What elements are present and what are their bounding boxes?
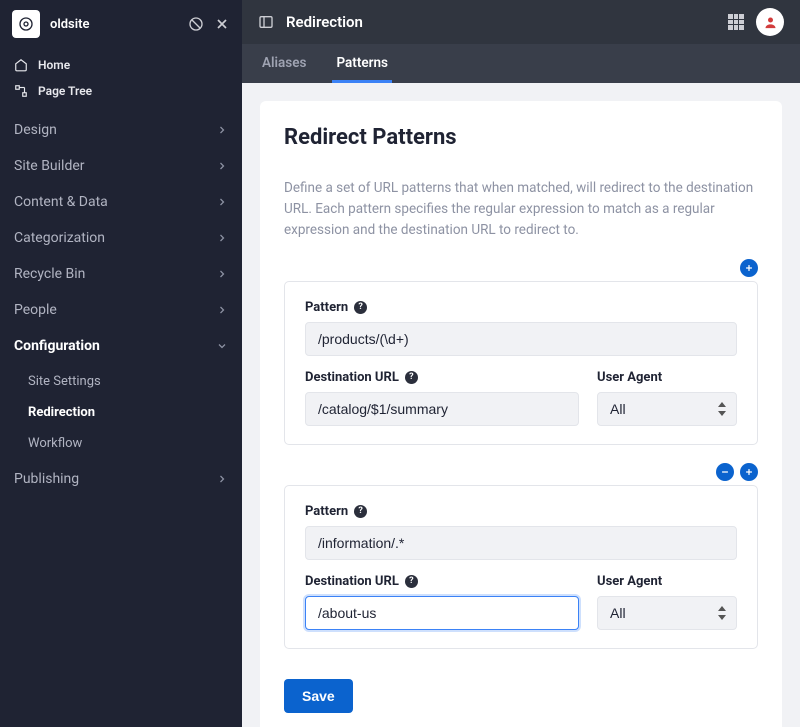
nav-recycle-bin[interactable]: Recycle Bin	[0, 256, 242, 292]
help-icon[interactable]: ?	[354, 301, 367, 314]
page-description: Define a set of URL patterns that when m…	[284, 178, 758, 241]
tabbar: Aliases Patterns	[242, 44, 800, 83]
nav-content-data[interactable]: Content & Data	[0, 184, 242, 220]
pattern-entry: Pattern ? Destination URL ? User Age	[284, 281, 758, 445]
entry-actions-2	[284, 463, 758, 481]
nav-publishing[interactable]: Publishing	[0, 461, 242, 497]
compass-icon[interactable]	[188, 16, 204, 32]
pattern-input[interactable]	[305, 526, 737, 560]
chevron-right-icon	[216, 160, 228, 172]
nav-configuration[interactable]: Configuration	[0, 328, 242, 364]
sidebar-static: Home Page Tree	[0, 48, 242, 108]
chevron-down-icon	[216, 340, 228, 352]
card: Redirect Patterns Define a set of URL pa…	[260, 101, 782, 727]
user-agent-select[interactable]	[597, 392, 737, 426]
save-button[interactable]: Save	[284, 679, 353, 713]
remove-entry-button[interactable]	[716, 463, 734, 481]
site-name: oldsite	[50, 17, 178, 32]
close-icon[interactable]	[214, 16, 230, 32]
chevron-right-icon	[216, 196, 228, 208]
pattern-label: Pattern ?	[305, 504, 737, 519]
nav-list: Design Site Builder Content & Data Categ…	[0, 108, 242, 501]
user-agent-select[interactable]	[597, 596, 737, 630]
sidebar-header: oldsite	[0, 0, 242, 48]
nav-people[interactable]: People	[0, 292, 242, 328]
tab-patterns[interactable]: Patterns	[332, 44, 392, 83]
sub-redirection[interactable]: Redirection	[0, 397, 242, 428]
destination-label: Destination URL ?	[305, 574, 579, 589]
user-agent-label: User Agent	[597, 370, 737, 385]
panel-icon[interactable]	[258, 14, 274, 30]
home-link[interactable]: Home	[0, 52, 242, 78]
pattern-input[interactable]	[305, 322, 737, 356]
topbar: Redirection	[242, 0, 800, 44]
page-title: Redirect Patterns	[284, 125, 758, 150]
entry-actions-1	[284, 259, 758, 277]
destination-input[interactable]	[305, 392, 579, 426]
nav-categorization[interactable]: Categorization	[0, 220, 242, 256]
add-entry-button[interactable]	[740, 259, 758, 277]
tab-aliases[interactable]: Aliases	[258, 44, 310, 83]
add-entry-button[interactable]	[740, 463, 758, 481]
pagetree-label: Page Tree	[38, 84, 92, 98]
sub-workflow[interactable]: Workflow	[0, 428, 242, 459]
pattern-entry: Pattern ? Destination URL ? User Age	[284, 485, 758, 649]
chevron-right-icon	[216, 232, 228, 244]
topbar-title: Redirection	[286, 13, 716, 31]
help-icon[interactable]: ?	[354, 505, 367, 518]
chevron-right-icon	[216, 473, 228, 485]
nav-site-builder[interactable]: Site Builder	[0, 148, 242, 184]
help-icon[interactable]: ?	[405, 371, 418, 384]
config-sublist: Site Settings Redirection Workflow	[0, 364, 242, 461]
chevron-right-icon	[216, 268, 228, 280]
user-agent-label: User Agent	[597, 574, 737, 589]
home-label: Home	[38, 58, 70, 72]
site-icon[interactable]	[12, 10, 40, 38]
pagetree-link[interactable]: Page Tree	[0, 78, 242, 104]
sub-site-settings[interactable]: Site Settings	[0, 366, 242, 397]
destination-label: Destination URL ?	[305, 370, 579, 385]
apps-icon[interactable]	[728, 14, 744, 30]
content: Redirect Patterns Define a set of URL pa…	[242, 83, 800, 727]
chevron-right-icon	[216, 124, 228, 136]
nav-design[interactable]: Design	[0, 112, 242, 148]
help-icon[interactable]: ?	[405, 575, 418, 588]
sidebar: oldsite Home Page Tree Design Site Build…	[0, 0, 242, 727]
avatar[interactable]	[756, 8, 784, 36]
chevron-right-icon	[216, 304, 228, 316]
destination-input[interactable]	[305, 596, 579, 630]
pattern-label: Pattern ?	[305, 300, 737, 315]
main: Redirection Aliases Patterns Redirect Pa…	[242, 0, 800, 727]
